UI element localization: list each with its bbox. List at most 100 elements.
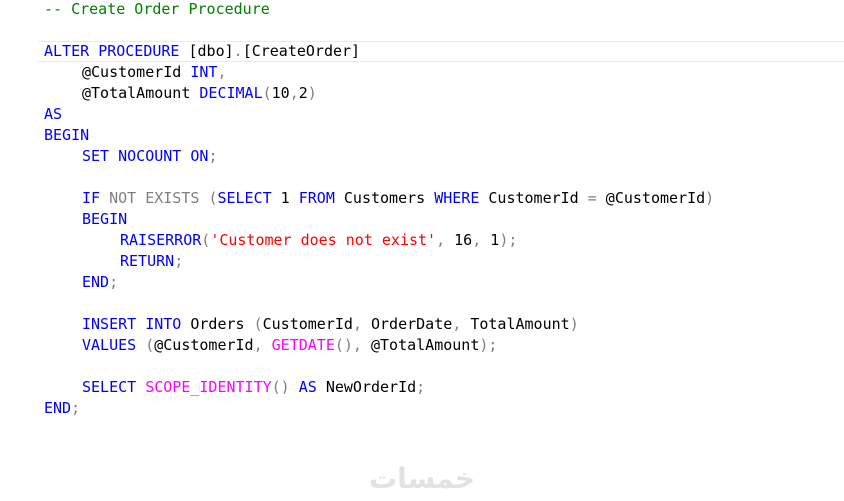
code-token: (), bbox=[334, 336, 362, 354]
code-token: [CreateOrder] bbox=[242, 42, 361, 60]
code-editor[interactable]: -- Create Order Procedure ALTER PROCEDURE… bbox=[0, 0, 844, 501]
code-token: ) bbox=[705, 189, 715, 207]
code-token: 1 bbox=[481, 231, 500, 249]
code-token: EXISTS bbox=[145, 189, 200, 207]
code-token: @CustomerId bbox=[596, 189, 706, 207]
code-token: VALUES bbox=[82, 336, 137, 354]
code-token: IF bbox=[82, 189, 101, 207]
code-line: INSERT INTO Orders (CustomerId, OrderDat… bbox=[82, 314, 579, 335]
code-token: , bbox=[217, 63, 227, 81]
code-line: RAISERROR('Customer does not exist', 16,… bbox=[120, 230, 517, 251]
code-token: 2 bbox=[298, 84, 308, 102]
code-token: ); bbox=[499, 231, 518, 249]
code-token: . bbox=[233, 42, 243, 60]
code-token: ; bbox=[174, 252, 184, 270]
code-token: CustomerId bbox=[262, 315, 353, 333]
code-token: END bbox=[44, 399, 72, 417]
watermark-logo: خمسات bbox=[368, 461, 476, 495]
code-token: INTO bbox=[145, 315, 182, 333]
code-token: GETDATE bbox=[271, 336, 335, 354]
code-line: VALUES (@CustomerId, GETDATE(), @TotalAm… bbox=[82, 335, 497, 356]
code-token: ; bbox=[109, 273, 119, 291]
code-line: END; bbox=[44, 398, 80, 419]
code-token: ); bbox=[479, 336, 498, 354]
code-token: WHERE bbox=[434, 189, 480, 207]
code-token: ; bbox=[208, 147, 218, 165]
code-line: @CustomerId INT, bbox=[82, 62, 227, 83]
code-token: BEGIN bbox=[82, 210, 128, 228]
code-line: -- Create Order Procedure bbox=[44, 0, 270, 20]
code-token: 1 bbox=[271, 189, 299, 207]
code-token: SELECT bbox=[82, 378, 137, 396]
code-line: AS bbox=[44, 104, 62, 125]
code-token: RETURN bbox=[120, 252, 175, 270]
code-line: @TotalAmount DECIMAL(10,2) bbox=[82, 83, 317, 104]
code-token: INSERT bbox=[82, 315, 137, 333]
code-token: 16 bbox=[445, 231, 473, 249]
code-line: END; bbox=[82, 272, 118, 293]
code-token: Orders bbox=[181, 315, 254, 333]
code-token: ) bbox=[307, 84, 317, 102]
code-line: SET NOCOUNT ON; bbox=[82, 146, 217, 167]
code-token: , bbox=[436, 231, 446, 249]
code-token: @CustomerId bbox=[82, 63, 182, 81]
code-token: SET bbox=[82, 147, 110, 165]
code-token: [dbo] bbox=[188, 42, 234, 60]
code-token: @CustomerId bbox=[154, 336, 254, 354]
code-token: BEGIN bbox=[44, 126, 90, 144]
code-token: ) bbox=[569, 315, 579, 333]
code-token: 'Customer does not exist' bbox=[210, 231, 437, 249]
code-token: ALTER bbox=[44, 42, 90, 60]
code-token: NOCOUNT bbox=[118, 147, 182, 165]
code-token: , bbox=[352, 315, 362, 333]
code-token: ON bbox=[190, 147, 209, 165]
code-line: ALTER PROCEDURE [dbo].[CreateOrder] bbox=[44, 41, 360, 62]
code-token: ( bbox=[145, 336, 155, 354]
code-token: () bbox=[271, 378, 290, 396]
code-token: -- Create Order Procedure bbox=[44, 0, 270, 18]
code-token: ( bbox=[253, 315, 263, 333]
code-token: FROM bbox=[298, 189, 335, 207]
code-token: TotalAmount bbox=[461, 315, 570, 333]
code-line: RETURN; bbox=[120, 251, 183, 272]
code-token: AS bbox=[298, 378, 317, 396]
code-token: ( bbox=[201, 231, 211, 249]
code-token: RAISERROR bbox=[120, 231, 202, 249]
code-token: OrderDate bbox=[361, 315, 453, 333]
code-token: = bbox=[587, 189, 597, 207]
code-token: END bbox=[82, 273, 110, 291]
code-token: ( bbox=[262, 84, 272, 102]
code-token: 10 bbox=[271, 84, 290, 102]
code-token: @TotalAmount bbox=[82, 84, 191, 102]
code-token: SCOPE_IDENTITY bbox=[145, 378, 272, 396]
code-token: NOT bbox=[109, 189, 137, 207]
code-line: IF NOT EXISTS (SELECT 1 FROM Customers W… bbox=[82, 188, 714, 209]
code-token: DECIMAL bbox=[199, 84, 263, 102]
code-token: NewOrderId bbox=[316, 378, 417, 396]
code-token: ; bbox=[71, 399, 81, 417]
code-token: , bbox=[253, 336, 263, 354]
code-line: BEGIN bbox=[82, 209, 127, 230]
code-token: @TotalAmount bbox=[361, 336, 480, 354]
code-token: , bbox=[472, 231, 482, 249]
code-line: BEGIN bbox=[44, 125, 89, 146]
code-token: CustomerId bbox=[479, 189, 588, 207]
code-token: , bbox=[452, 315, 462, 333]
code-token: , bbox=[289, 84, 299, 102]
code-token: SELECT bbox=[217, 189, 272, 207]
code-token: ; bbox=[416, 378, 426, 396]
code-token: PROCEDURE bbox=[98, 42, 180, 60]
code-token: AS bbox=[44, 105, 63, 123]
code-token: Customers bbox=[334, 189, 435, 207]
code-token: INT bbox=[190, 63, 218, 81]
